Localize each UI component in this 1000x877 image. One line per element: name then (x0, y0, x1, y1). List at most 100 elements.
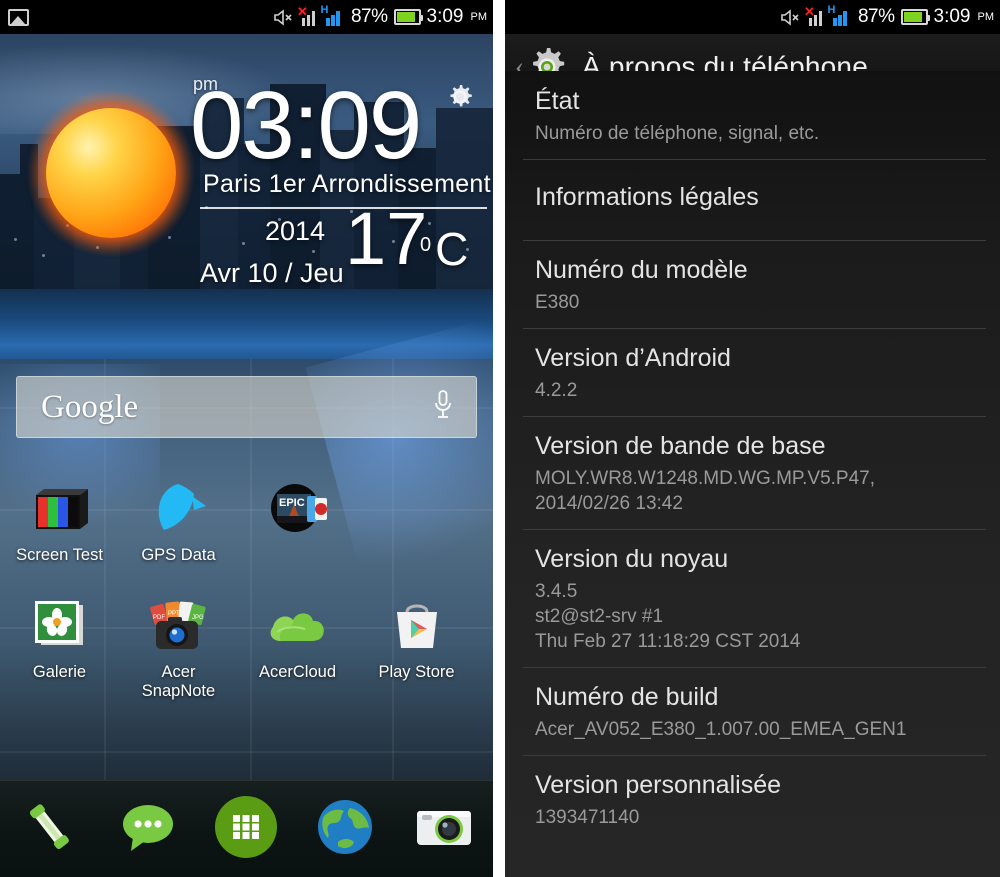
acercloud-icon (238, 593, 357, 659)
app-galerie[interactable]: Galerie (0, 587, 119, 701)
app-acercloud[interactable]: AcerCloud (238, 587, 357, 701)
battery-icon (393, 9, 423, 25)
signal-hspa-icon: H (320, 4, 345, 26)
gps-data-icon (119, 476, 238, 542)
app-row-2: Galerie PDF PPT JPG Acer SnapNote AcerCl… (0, 587, 493, 701)
app-label: GPS Data (141, 546, 216, 564)
app-screen-test[interactable]: Screen Test (0, 470, 119, 565)
list-item-title: Version personnalisée (535, 771, 781, 799)
app-gps-data[interactable]: GPS Data (119, 470, 238, 565)
dual-screenshot-composite: ✕ H 87% 3:09 PM pm 03:09 Paris 1er Arron… (0, 0, 1000, 877)
home-screen: ✕ H 87% 3:09 PM pm 03:09 Paris 1er Arron… (0, 0, 493, 877)
unit-letter: C (435, 223, 469, 275)
about-phone-screen: ✕ H 87% 3:09 PM ‹ À propos du téléphone … (505, 0, 1000, 877)
list-item-subtitle: 4.2.2 (535, 380, 578, 401)
app-label: Play Store (378, 663, 455, 681)
svg-text:PDF: PDF (153, 615, 165, 621)
battery-percent-label: 87% (350, 6, 388, 27)
sun-icon (26, 88, 196, 258)
list-item-title: État (535, 87, 580, 115)
list-item-version-personnalisee[interactable]: Version personnalisée 1393471140 (505, 755, 1000, 843)
list-item-subtitle: MOLY.WR8.W1248.MD.WG.MP.V5.P47, 2014/02/… (535, 468, 875, 514)
list-item-etat[interactable]: État Numéro de téléphone, signal, etc. (505, 71, 1000, 159)
list-item-subtitle: Acer_AV052_E380_1.007.00_EMEA_GEN1 (535, 719, 907, 740)
app-label: Galerie (32, 663, 87, 681)
svg-text:EPIC: EPIC (279, 497, 305, 509)
play-store-icon (357, 593, 476, 659)
dock-app-drawer-button[interactable] (206, 795, 286, 864)
epic-citadel-icon: EPIC (238, 476, 357, 542)
list-item-title: Informations légales (535, 183, 759, 211)
list-item-version-android[interactable]: Version d’Android 4.2.2 (505, 328, 1000, 416)
app-play-store[interactable]: Play Store (357, 587, 476, 701)
widget-date: Avr 10 / Jeu (200, 258, 344, 288)
blank-icon (357, 476, 476, 542)
volume-mute-icon (781, 8, 803, 26)
dock-browser-button[interactable] (305, 798, 385, 861)
app-label: Acer SnapNote (141, 663, 216, 700)
gallery-icon (0, 593, 119, 659)
google-search-bar[interactable]: Google (16, 376, 477, 438)
list-item-numero-du-modele[interactable]: Numéro du modèle E380 (505, 240, 1000, 328)
app-label (357, 542, 476, 546)
phone-icon (21, 799, 77, 860)
widget-year: 2014 (265, 216, 326, 246)
status-clock-ampm: PM (470, 11, 488, 23)
volume-mute-icon (274, 8, 296, 26)
dock-messaging-button[interactable] (108, 801, 188, 858)
list-item-title: Numéro du modèle (535, 256, 748, 284)
list-item-subtitle: 3.4.5 st2@st2-srv #1 Thu Feb 27 11:18:29… (535, 581, 801, 652)
signal-hspa-icon: H (827, 4, 852, 26)
svg-text:JPG: JPG (192, 615, 204, 621)
status-bar-settings: ✕ H 87% 3:09 PM (505, 0, 1000, 34)
photo-notification-icon (8, 8, 29, 26)
app-label: Screen Test (16, 546, 103, 564)
no-service-x-icon: ✕ (296, 3, 308, 19)
app-label (238, 542, 357, 546)
widget-settings-gear-icon[interactable] (445, 82, 475, 112)
signal-no-service-icon: ✕ (804, 5, 828, 26)
signal-no-service-icon: ✕ (297, 5, 321, 26)
list-item-title: Version d’Android (535, 344, 731, 372)
dock-camera-button[interactable] (404, 801, 484, 858)
status-clock: 3:09 (933, 6, 971, 27)
clock-weather-widget[interactable]: pm 03:09 Paris 1er Arrondissement 2014 A… (0, 60, 493, 320)
list-item-version-bande-de-base[interactable]: Version de bande de base MOLY.WR8.W1248.… (505, 416, 1000, 529)
about-phone-list[interactable]: État Numéro de téléphone, signal, etc. I… (505, 71, 1000, 877)
camera-icon (413, 801, 475, 858)
widget-clock: 03:09 (190, 72, 422, 179)
list-item-version-du-noyau[interactable]: Version du noyau 3.4.5 st2@st2-srv #1 Th… (505, 529, 1000, 667)
app-drawer-icon (214, 795, 278, 864)
degree-symbol: 0 (420, 234, 432, 256)
app-epic-citadel[interactable]: EPIC (238, 470, 357, 565)
status-clock: 3:09 (426, 6, 464, 27)
widget-temperature: 17 (345, 197, 428, 280)
svg-text:PPT: PPT (168, 611, 180, 617)
status-clock-ampm: PM (977, 11, 995, 23)
app-label: AcerCloud (258, 663, 337, 681)
list-item-title: Version de bande de base (535, 432, 826, 460)
app-empty-slot (357, 470, 476, 565)
status-bar-home: ✕ H 87% 3:09 PM (0, 0, 493, 34)
hspa-label: H (827, 3, 836, 16)
microphone-icon[interactable] (432, 389, 454, 426)
messaging-icon (119, 801, 177, 858)
screen-test-icon (0, 476, 119, 542)
list-item-subtitle: Numéro de téléphone, signal, etc. (535, 123, 820, 144)
dock-phone-button[interactable] (9, 799, 89, 860)
battery-percent-label: 87% (857, 6, 895, 27)
battery-icon (900, 9, 930, 25)
app-acer-snapnote[interactable]: PDF PPT JPG Acer SnapNote (119, 587, 238, 701)
widget-city: Paris 1er Arrondissement (203, 170, 491, 198)
list-item-numero-de-build[interactable]: Numéro de build Acer_AV052_E380_1.007.00… (505, 667, 1000, 755)
list-item-title: Numéro de build (535, 683, 719, 711)
list-item-subtitle: E380 (535, 292, 580, 313)
home-dock (0, 780, 493, 877)
list-item-informations-legales[interactable]: Informations légales (505, 159, 1000, 240)
app-row-1: Screen Test GPS Data EPIC (0, 470, 493, 565)
acer-snapnote-icon: PDF PPT JPG (119, 593, 238, 659)
panel-separator (493, 0, 505, 877)
browser-icon (316, 798, 374, 861)
app-grid: Screen Test GPS Data EPIC Galerie PDF PP… (0, 470, 493, 701)
hspa-label: H (320, 3, 329, 16)
